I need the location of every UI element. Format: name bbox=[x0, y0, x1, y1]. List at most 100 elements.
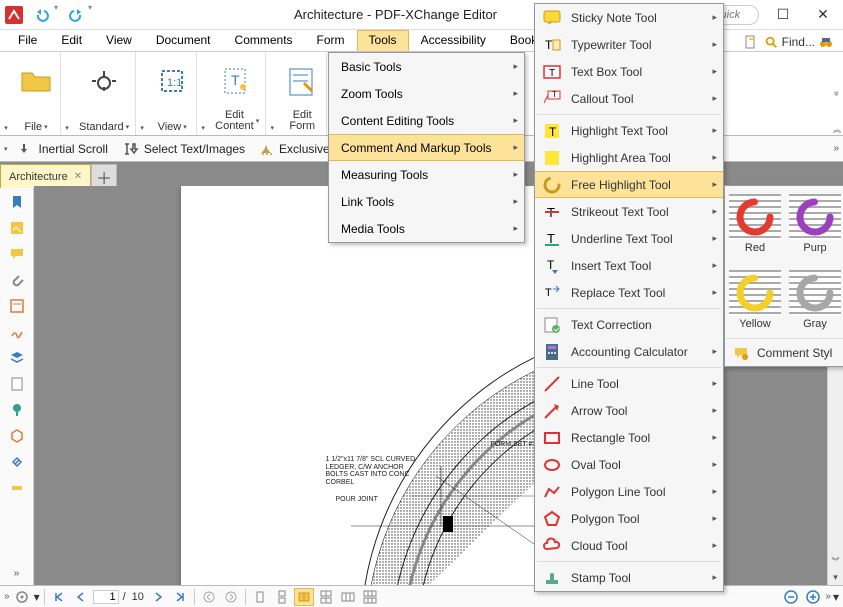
links-icon[interactable] bbox=[5, 450, 29, 474]
tool-typewriter-tool[interactable]: TTypewriter Tool▸ bbox=[535, 31, 723, 58]
tools-measuring[interactable]: Measuring Tools▸ bbox=[329, 161, 524, 188]
swatch-purple[interactable]: Purp bbox=[785, 186, 843, 262]
tool-callout-tool[interactable]: TCallout Tool▸ bbox=[535, 85, 723, 112]
layout-two-icon[interactable] bbox=[338, 588, 358, 606]
status-overflow-left[interactable]: » bbox=[4, 591, 10, 602]
tool-text-correction[interactable]: Text Correction bbox=[535, 311, 723, 338]
menu-document[interactable]: Document bbox=[144, 30, 223, 51]
ribbon-strip-5[interactable]: ▾ bbox=[266, 52, 278, 135]
swatch-gray[interactable]: Gray bbox=[785, 262, 843, 338]
comments-pane-icon[interactable] bbox=[5, 242, 29, 266]
zoom-in-icon[interactable] bbox=[803, 588, 823, 606]
menu-accessibility[interactable]: Accessibility bbox=[409, 30, 498, 51]
tools-link[interactable]: Link Tools▸ bbox=[329, 188, 524, 215]
tags-icon[interactable] bbox=[5, 476, 29, 500]
layout-facing-cont-icon[interactable] bbox=[316, 588, 336, 606]
content-icon[interactable] bbox=[5, 372, 29, 396]
layers-icon[interactable] bbox=[5, 346, 29, 370]
menu-tools[interactable]: Tools bbox=[357, 30, 409, 51]
undo-button[interactable] bbox=[30, 3, 54, 27]
tool-arrow-tool[interactable]: Arrow Tool▸ bbox=[535, 397, 723, 424]
app-icon[interactable] bbox=[0, 1, 28, 29]
tool-replace-text-tool[interactable]: TReplace Text Tool▸ bbox=[535, 279, 723, 306]
tool-strikeout-text-tool[interactable]: TStrikeout Text Tool▸ bbox=[535, 198, 723, 225]
thumbnails-icon[interactable] bbox=[5, 216, 29, 240]
attachments-icon[interactable] bbox=[5, 268, 29, 292]
menu-file[interactable]: File bbox=[6, 30, 49, 51]
status-dd-right[interactable]: ▾ bbox=[833, 590, 839, 604]
ribbon-strip-4[interactable]: ▾ bbox=[197, 52, 209, 135]
ribbon-strip-2[interactable]: ▾ bbox=[61, 52, 73, 135]
layout-grid-icon[interactable] bbox=[360, 588, 380, 606]
tool-cloud-tool[interactable]: Cloud Tool▸ bbox=[535, 532, 723, 559]
tool-stamp-tool[interactable]: Stamp Tool▸ bbox=[535, 564, 723, 591]
options-gear-icon[interactable] bbox=[12, 588, 32, 606]
tool-accounting-calculator[interactable]: Accounting Calculator▸ bbox=[535, 338, 723, 365]
tool-sticky-note-tool[interactable]: Sticky Note Tool▸ bbox=[535, 4, 723, 31]
ribbon-standard-panel[interactable]: Standard▾ bbox=[73, 52, 136, 135]
page-number-input[interactable] bbox=[93, 590, 119, 604]
tool-polygon-tool[interactable]: Polygon Tool▸ bbox=[535, 505, 723, 532]
layout-single-icon[interactable] bbox=[250, 588, 270, 606]
swatch-red[interactable]: Red bbox=[725, 186, 785, 262]
prev-page-icon[interactable] bbox=[71, 588, 91, 606]
signatures-icon[interactable] bbox=[5, 320, 29, 344]
redo-button[interactable] bbox=[64, 3, 88, 27]
tools-basic[interactable]: Basic Tools▸ bbox=[329, 53, 524, 80]
tool-line-tool[interactable]: Line Tool▸ bbox=[535, 370, 723, 397]
ribbon-edit-content-panel[interactable]: T Edit Content▾ bbox=[209, 52, 266, 135]
ribbon-collapse[interactable]: ︽ bbox=[833, 124, 841, 135]
tool-text-box-tool[interactable]: TText Box Tool▸ bbox=[535, 58, 723, 85]
tool-highlight-area-tool[interactable]: Highlight Area Tool▸ bbox=[535, 144, 723, 171]
select-text-images-toggle[interactable]: Select Text/Images bbox=[115, 138, 252, 160]
first-page-icon[interactable] bbox=[49, 588, 69, 606]
status-overflow-right[interactable]: » bbox=[825, 591, 831, 602]
layout-continuous-icon[interactable] bbox=[272, 588, 292, 606]
undo-dropdown[interactable]: ▾ bbox=[54, 3, 64, 27]
inertial-scroll-toggle[interactable]: Inertial Scroll bbox=[10, 138, 115, 160]
nav-back-icon[interactable] bbox=[199, 588, 219, 606]
window-maximize[interactable]: ☐ bbox=[763, 1, 803, 29]
menu-view[interactable]: View bbox=[94, 30, 144, 51]
nav-fwd-icon[interactable] bbox=[221, 588, 241, 606]
swatch-yellow[interactable]: Yellow bbox=[725, 262, 785, 338]
ribbon-view-panel[interactable]: 1:1 View▾ bbox=[148, 52, 197, 135]
find-icon[interactable] bbox=[762, 33, 780, 51]
options-overflow[interactable]: » bbox=[833, 143, 841, 154]
redo-dropdown[interactable]: ▾ bbox=[88, 3, 98, 27]
new-doc-icon[interactable] bbox=[742, 33, 760, 51]
menu-form[interactable]: Form bbox=[305, 30, 357, 51]
tool-insert-text-tool[interactable]: TInsert Text Tool▸ bbox=[535, 252, 723, 279]
window-close[interactable]: ✕ bbox=[803, 1, 843, 29]
tools-zoom[interactable]: Zoom Tools▸ bbox=[329, 80, 524, 107]
find-label[interactable]: Find... bbox=[782, 35, 815, 49]
ribbon-strip-3[interactable]: ▾ bbox=[136, 52, 148, 135]
ribbon-file-panel[interactable]: File▾ bbox=[12, 52, 61, 135]
tab-close-icon[interactable]: ✕ bbox=[74, 171, 82, 182]
zoom-out-icon[interactable] bbox=[781, 588, 801, 606]
tool-oval-tool[interactable]: Oval Tool▸ bbox=[535, 451, 723, 478]
3dviews-icon[interactable] bbox=[5, 424, 29, 448]
menu-comments[interactable]: Comments bbox=[223, 30, 305, 51]
menu-edit[interactable]: Edit bbox=[49, 30, 94, 51]
destinations-icon[interactable] bbox=[5, 398, 29, 422]
side-overflow[interactable]: » bbox=[5, 561, 29, 585]
tools-content-editing[interactable]: Content Editing Tools▸ bbox=[329, 107, 524, 134]
next-page-icon[interactable] bbox=[148, 588, 168, 606]
comment-styles-button[interactable]: Comment Styl bbox=[725, 338, 843, 366]
tool-free-highlight-tool[interactable]: Free Highlight Tool▸ bbox=[535, 171, 723, 198]
binoculars-icon[interactable] bbox=[817, 33, 835, 51]
layout-facing-icon[interactable] bbox=[294, 588, 314, 606]
scroll-down-icon[interactable]: ▾ bbox=[828, 569, 843, 585]
tool-highlight-text-tool[interactable]: THighlight Text Tool▸ bbox=[535, 117, 723, 144]
ribbon-left-strip[interactable]: ▾ bbox=[0, 52, 12, 135]
tool-underline-text-tool[interactable]: TUnderline Text Tool▸ bbox=[535, 225, 723, 252]
new-tab-button[interactable]: ＋ bbox=[91, 164, 117, 188]
options-left-dd[interactable]: ▾ bbox=[2, 145, 10, 153]
document-tab[interactable]: Architecture ✕ bbox=[0, 164, 91, 188]
ribbon-end-strip[interactable]: » bbox=[831, 52, 843, 135]
tool-polygon-line-tool[interactable]: Polygon Line Tool▸ bbox=[535, 478, 723, 505]
last-page-icon[interactable] bbox=[170, 588, 190, 606]
tools-media[interactable]: Media Tools▸ bbox=[329, 215, 524, 242]
status-dd-1[interactable]: ▾ bbox=[34, 590, 40, 604]
